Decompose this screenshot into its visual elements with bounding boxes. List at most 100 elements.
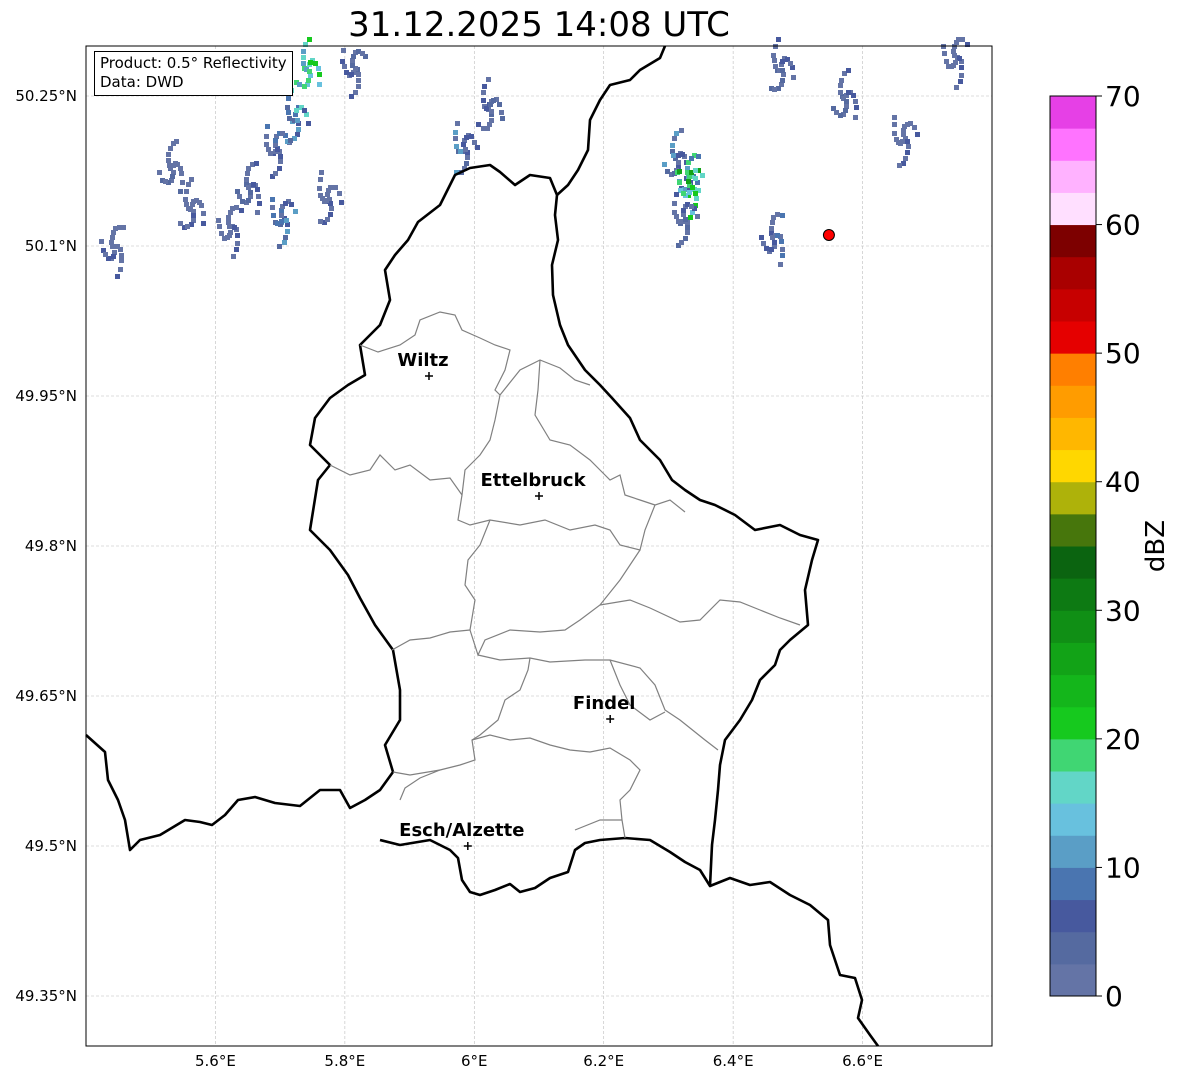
radar-pixel bbox=[461, 142, 466, 147]
radar-pixel bbox=[944, 59, 949, 64]
radar-pixel bbox=[110, 235, 115, 240]
radar-pixel bbox=[184, 189, 189, 194]
radar-pixel bbox=[780, 253, 785, 258]
radar-pixel bbox=[256, 194, 261, 199]
radar-pixel bbox=[255, 187, 260, 192]
radar-pixel bbox=[906, 144, 911, 149]
colorbar-tick-label: 60 bbox=[1105, 209, 1141, 242]
colorbar-band bbox=[1050, 546, 1096, 579]
radar-pixel bbox=[178, 221, 183, 226]
radar-pixel bbox=[764, 246, 769, 251]
radar-pixel bbox=[186, 182, 191, 187]
radar-pixel bbox=[340, 59, 345, 64]
radar-pixel bbox=[271, 213, 276, 218]
colorbar-tick-label: 0 bbox=[1105, 980, 1123, 1010]
info-box: Product: 0.5° Reflectivity Data: DWD bbox=[94, 51, 293, 96]
radar-pixel bbox=[455, 121, 460, 126]
radar-pixel bbox=[351, 54, 356, 59]
radar-pixel bbox=[464, 135, 469, 140]
radar-pixel bbox=[770, 235, 775, 240]
radar-pixel bbox=[905, 150, 910, 155]
radar-pixel bbox=[277, 166, 282, 171]
radar-pixel bbox=[905, 122, 910, 127]
radar-pixel bbox=[469, 134, 474, 139]
radar-pixel bbox=[119, 253, 124, 258]
colorbar-band bbox=[1050, 867, 1096, 901]
radar-pixel bbox=[686, 179, 691, 184]
radar-pixel bbox=[681, 191, 686, 196]
radar-pixel bbox=[254, 161, 259, 166]
radar-pixel bbox=[283, 201, 288, 206]
radar-pixel bbox=[273, 138, 278, 143]
radar-pixel bbox=[302, 108, 307, 113]
radar-pixel bbox=[328, 212, 333, 217]
radar-pixel bbox=[178, 189, 183, 194]
radar-pixel bbox=[266, 147, 271, 152]
radar-pixel bbox=[499, 110, 504, 115]
lat-tick-label: 49.8°N bbox=[25, 537, 77, 555]
radar-pixel bbox=[472, 140, 477, 145]
radar-pixel bbox=[115, 274, 120, 279]
radar-pixel bbox=[283, 235, 288, 240]
radar-pixel bbox=[246, 185, 251, 190]
radar-pixel bbox=[302, 84, 307, 89]
radar-pixel bbox=[296, 127, 301, 132]
map-figure: Wiltz Ettelbruck Findel Esch/Alzette 50.25°… bbox=[15, 37, 993, 1070]
radar-pixel bbox=[487, 122, 492, 127]
radar-pixel bbox=[231, 254, 236, 259]
radar-pixel bbox=[497, 102, 502, 107]
radar-pixel bbox=[191, 213, 196, 218]
radar-pixel bbox=[897, 163, 902, 168]
radar-pixel bbox=[185, 224, 190, 229]
radar-site bbox=[822, 229, 835, 241]
radar-pixel bbox=[234, 205, 239, 210]
colorbar-band bbox=[1050, 192, 1096, 226]
colorbar-bands bbox=[1050, 96, 1096, 997]
radar-pixel bbox=[838, 83, 843, 88]
radar-pixel bbox=[481, 98, 486, 103]
radar-pixel bbox=[687, 190, 692, 195]
radar-pixel bbox=[672, 136, 677, 141]
radar-pixel bbox=[342, 64, 347, 69]
radar-pixel bbox=[301, 61, 306, 66]
radar-pixel bbox=[679, 128, 684, 133]
radar-pixel bbox=[854, 105, 859, 110]
colorbar-band bbox=[1050, 417, 1096, 451]
radar-pixel bbox=[356, 78, 361, 83]
lat-tick-label: 49.35°N bbox=[15, 987, 77, 1005]
radar-pixel bbox=[690, 185, 695, 190]
radar-pixel bbox=[239, 208, 244, 213]
radar-pixel bbox=[278, 154, 283, 159]
radar-pixel bbox=[277, 244, 282, 249]
radar-pixel bbox=[851, 93, 856, 98]
radar-pixel bbox=[677, 180, 682, 185]
radar-pixel bbox=[111, 254, 116, 259]
radar-pixel bbox=[465, 155, 470, 160]
lon-tick-label: 6.4°E bbox=[713, 1052, 754, 1070]
radar-pixel bbox=[844, 99, 849, 104]
radar-pixel bbox=[915, 132, 920, 137]
radar-pixel bbox=[289, 202, 294, 207]
colorbar-band bbox=[1050, 96, 1096, 129]
radar-pixel bbox=[168, 146, 173, 151]
radar-pixel bbox=[270, 205, 275, 210]
city-label: Ettelbruck bbox=[480, 470, 586, 491]
radar-pixel bbox=[110, 244, 115, 249]
colorbar-band bbox=[1050, 385, 1096, 418]
radar-pixel bbox=[689, 156, 694, 161]
colorbar-band bbox=[1050, 738, 1096, 772]
radar-pixel bbox=[780, 213, 785, 218]
colorbar-band bbox=[1050, 224, 1096, 258]
radar-pixel bbox=[791, 75, 796, 80]
radar-pixel bbox=[273, 171, 278, 176]
colorbar-band bbox=[1050, 674, 1096, 708]
city-label: Findel bbox=[573, 693, 636, 714]
lon-tick-label: 5.8°E bbox=[324, 1052, 365, 1070]
colorbar-ticks: 0 10 20 30 40 50 60 70 bbox=[1096, 80, 1141, 1010]
radar-pixel bbox=[286, 110, 291, 115]
radar-pixel bbox=[228, 230, 233, 235]
radar-pixel bbox=[834, 110, 839, 115]
radar-pixel bbox=[316, 66, 321, 71]
radar-pixel bbox=[500, 116, 505, 121]
radar-pixel bbox=[679, 240, 684, 245]
